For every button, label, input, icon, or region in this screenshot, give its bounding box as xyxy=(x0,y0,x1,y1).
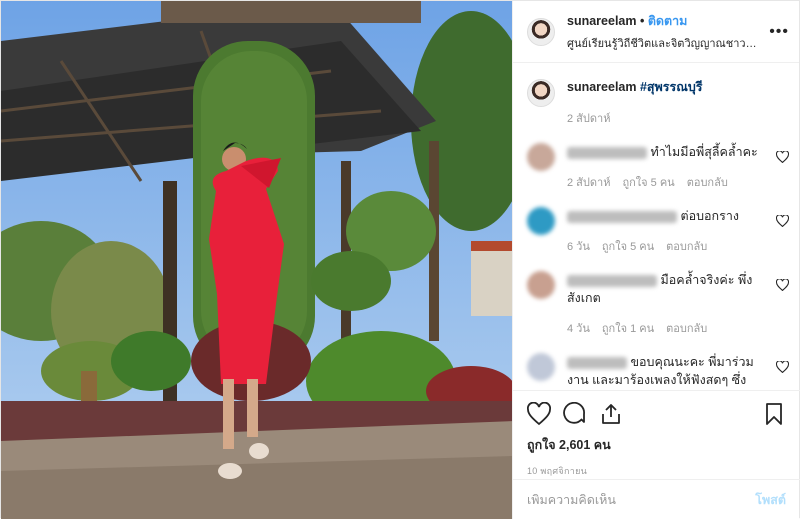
comment-text-line: มือคล้ำจริงค่ะ พึ่งสังเกต xyxy=(567,271,789,307)
post-sidebar: sunareelam • ติดตาม ศูนย์เรียนรู้วิถีชีว… xyxy=(512,1,800,519)
comment-text-line: ขอบคุณนะคะ พี่มาร่วมงาน และมาร้องเพลงให้… xyxy=(567,353,789,389)
comment-likes[interactable]: ถูกใจ 5 คน xyxy=(622,177,674,189)
header-text: sunareelam • ติดตาม ศูนย์เรียนรู้วิถีชีว… xyxy=(567,11,763,52)
comment-item: ต่อบอกราง 6 วัน ถูกใจ 5 คน ตอบกลับ xyxy=(527,207,789,255)
caption-time[interactable]: 2 สัปดาห์ xyxy=(567,113,610,125)
location-link[interactable]: ศูนย์เรียนรู้วิถีชีวิตและจิตวิญญาณชาวนาไ… xyxy=(567,34,763,52)
caption-meta: 2 สัปดาห์ xyxy=(567,109,789,127)
separator: • xyxy=(636,14,648,28)
heart-icon[interactable] xyxy=(776,361,789,373)
comment-body: ขอบคุณนะคะ พี่มาร่วมงาน และมาร้องเพลงให้… xyxy=(567,353,789,389)
heart-icon[interactable] xyxy=(776,215,789,227)
hashtag-link[interactable]: #สุพรรณบุรี xyxy=(640,80,703,94)
comment-likes[interactable]: ถูกใจ 5 คน xyxy=(602,241,654,253)
photo-illustration xyxy=(1,1,512,519)
comment-body: ต่อบอกราง 6 วัน ถูกใจ 5 คน ตอบกลับ xyxy=(567,207,789,255)
comment-text: ทำไมมีอพี่สุลี้คล้ำคะ xyxy=(650,145,758,159)
comment-text: ต่อบอกราง xyxy=(680,209,739,223)
post-header: sunareelam • ติดตาม ศูนย์เรียนรู้วิถีชีว… xyxy=(513,1,799,63)
redacted-username xyxy=(567,146,647,159)
caption-body: sunareelam #สุพรรณบุรี 2 สัปดาห์ xyxy=(567,77,789,127)
follow-button[interactable]: ติดตาม xyxy=(648,14,688,28)
like-heart-icon[interactable] xyxy=(527,402,551,426)
avatar[interactable] xyxy=(527,79,555,107)
reply-button[interactable]: ตอบกลับ xyxy=(666,323,707,335)
comment-text-line: ทำไมมีอพี่สุลี้คล้ำคะ xyxy=(567,143,789,161)
username-link[interactable]: sunareelam xyxy=(567,14,636,28)
heart-icon[interactable] xyxy=(776,151,789,163)
redacted-username xyxy=(567,274,657,287)
instagram-post: sunareelam • ติดตาม ศูนย์เรียนรู้วิถีชีว… xyxy=(0,0,800,519)
avatar[interactable] xyxy=(527,17,555,46)
post-actions: ถูกใจ 2,601 คน 10 พฤศจิกายน xyxy=(513,390,800,478)
caption: sunareelam #สุพรรณบุรี 2 สัปดาห์ xyxy=(527,77,789,127)
comment-item: ขอบคุณนะคะ พี่มาร่วมงาน และมาร้องเพลงให้… xyxy=(527,353,789,389)
avatar[interactable] xyxy=(527,207,555,235)
redacted-username xyxy=(567,356,627,369)
reply-button[interactable]: ตอบกลับ xyxy=(666,241,707,253)
comment-likes[interactable]: ถูกใจ 1 คน xyxy=(602,323,654,335)
comment-time[interactable]: 4 วัน xyxy=(567,323,590,335)
post-comment-button[interactable]: โพสต์ xyxy=(755,490,786,510)
comments-list[interactable]: sunareelam #สุพรรณบุรี 2 สัปดาห์ ทำไมมีอ… xyxy=(513,63,799,390)
action-icons xyxy=(527,399,786,429)
avatar[interactable] xyxy=(527,143,555,171)
likes-count[interactable]: ถูกใจ 2,601 คน xyxy=(527,435,786,455)
caption-username[interactable]: sunareelam xyxy=(567,80,636,94)
comment-body: มือคล้ำจริงค่ะ พึ่งสังเกต 4 วัน ถูกใจ 1 ค… xyxy=(567,271,789,337)
reply-button[interactable]: ตอบกลับ xyxy=(687,177,728,189)
comment-time[interactable]: 6 วัน xyxy=(567,241,590,253)
comment-meta: 2 สัปดาห์ ถูกใจ 5 คน ตอบกลับ xyxy=(567,173,789,191)
heart-icon[interactable] xyxy=(776,279,789,291)
comment-meta: 4 วัน ถูกใจ 1 คน ตอบกลับ xyxy=(567,319,789,337)
post-date[interactable]: 10 พฤศจิกายน xyxy=(527,464,786,478)
header-line: sunareelam • ติดตาม xyxy=(567,11,763,31)
comment-bubble-icon[interactable] xyxy=(563,402,587,426)
comment-input[interactable] xyxy=(527,492,756,507)
bookmark-icon[interactable] xyxy=(762,402,786,426)
comment-item: ทำไมมีอพี่สุลี้คล้ำคะ 2 สัปดาห์ ถูกใจ 5 ค… xyxy=(527,143,789,191)
share-icon[interactable] xyxy=(599,402,623,426)
more-options-icon[interactable]: ••• xyxy=(769,23,789,41)
add-comment-bar: โพสต์ xyxy=(513,479,800,519)
comment-meta: 6 วัน ถูกใจ 5 คน ตอบกลับ xyxy=(567,237,789,255)
avatar[interactable] xyxy=(527,353,555,381)
comment-body: ทำไมมีอพี่สุลี้คล้ำคะ 2 สัปดาห์ ถูกใจ 5 ค… xyxy=(567,143,789,191)
redacted-username xyxy=(567,210,677,223)
comment-text-line: ต่อบอกราง xyxy=(567,207,789,225)
caption-text: sunareelam #สุพรรณบุรี xyxy=(567,77,789,97)
post-photo[interactable] xyxy=(1,1,512,519)
comment-item: มือคล้ำจริงค่ะ พึ่งสังเกต 4 วัน ถูกใจ 1 ค… xyxy=(527,271,789,337)
comment-time[interactable]: 2 สัปดาห์ xyxy=(567,177,610,189)
avatar[interactable] xyxy=(527,271,555,299)
